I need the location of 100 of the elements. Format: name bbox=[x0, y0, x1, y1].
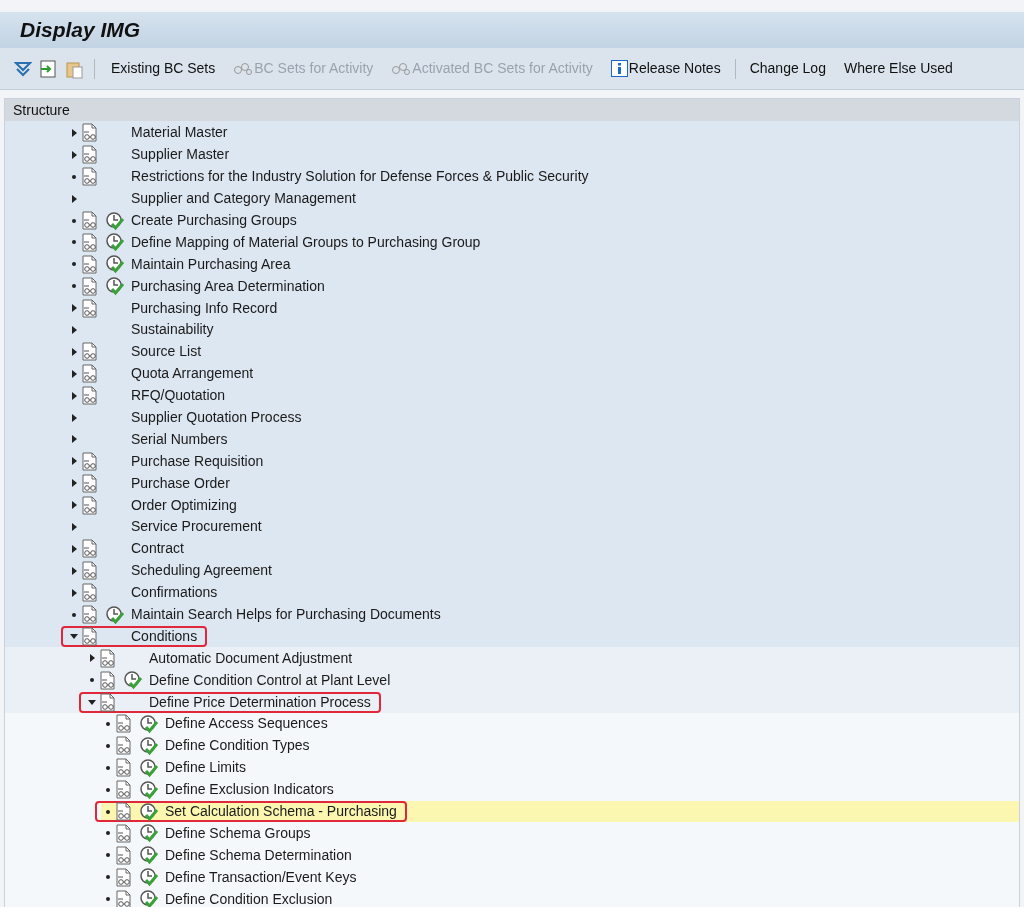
tree-item-label: Quota Arrangement bbox=[131, 364, 254, 384]
tree-item-label: Set Calculation Schema - Purchasing bbox=[165, 802, 397, 822]
clock-check-icon[interactable] bbox=[139, 779, 159, 800]
tree-row[interactable]: Supplier Quotation Process bbox=[67, 407, 1019, 428]
clock-check-icon[interactable] bbox=[105, 276, 125, 297]
tree-item-label: Scheduling Agreement bbox=[131, 561, 272, 581]
tree-item-label: Define Condition Types bbox=[165, 736, 310, 756]
tree-item-label: Confirmations bbox=[131, 583, 218, 603]
clock-check-icon[interactable] bbox=[105, 254, 125, 275]
expand-arrow-icon[interactable] bbox=[71, 435, 77, 444]
tree-row[interactable]: Create Purchasing Groups bbox=[67, 210, 1019, 231]
tree-row[interactable]: Maintain Search Helps for Purchasing Documents bbox=[67, 604, 1019, 626]
toolbar-button[interactable]: Release Notes bbox=[604, 58, 727, 79]
expand-arrow-icon[interactable] bbox=[71, 304, 77, 313]
expand-arrow-icon[interactable] bbox=[71, 194, 77, 203]
tree-item-label: Define Transaction/Event Keys bbox=[165, 867, 357, 887]
filter-icon[interactable] bbox=[14, 59, 32, 78]
info-icon bbox=[610, 60, 628, 77]
tree-row[interactable]: Purchase Requisition bbox=[67, 450, 1019, 472]
tree-item-label: Define Condition Exclusion bbox=[165, 889, 333, 907]
tree-row[interactable]: Purchasing Area Determination bbox=[67, 275, 1019, 297]
tree-item-label: Service Procurement bbox=[131, 517, 262, 537]
tree-row[interactable]: Define Mapping of Material Groups to Purchasing Group bbox=[67, 231, 1019, 253]
tree-item-label: Define Limits bbox=[165, 758, 246, 778]
tree-row[interactable]: Source List bbox=[67, 341, 1019, 363]
toolbar-button[interactable]: Change Log bbox=[743, 58, 832, 79]
tree-row[interactable]: Conditions bbox=[67, 625, 1019, 647]
tree-item-label: Purchase Order bbox=[131, 473, 230, 493]
tree-item-label: Purchasing Info Record bbox=[131, 298, 278, 318]
clock-check-icon[interactable] bbox=[105, 210, 125, 231]
bullet-icon bbox=[106, 875, 110, 880]
tree-row[interactable]: Purchase Order bbox=[67, 472, 1019, 494]
tree-row[interactable]: Restrictions for the Industry Solution for Defense Forces & Public Security bbox=[67, 166, 1019, 188]
tree-row[interactable]: Quota Arrangement bbox=[67, 363, 1019, 385]
export-icon[interactable] bbox=[38, 58, 58, 79]
tree-item-label: Supplier and Category Management bbox=[131, 189, 356, 209]
clock-check-icon[interactable] bbox=[139, 823, 159, 844]
link-chain-icon bbox=[233, 61, 254, 76]
clock-check-icon[interactable] bbox=[139, 889, 159, 907]
tree-item-label: Define Schema Groups bbox=[165, 823, 311, 843]
toolbar-button[interactable]: Existing BC Sets bbox=[105, 58, 222, 79]
tree-row[interactable]: Contract bbox=[67, 538, 1019, 560]
bullet-icon bbox=[72, 240, 76, 245]
expand-arrow-icon[interactable] bbox=[71, 128, 77, 137]
tree-row[interactable]: Maintain Purchasing Area bbox=[67, 253, 1019, 275]
tree-item-label: Define Condition Control at Plant Level bbox=[149, 670, 391, 690]
collapse-arrow-icon[interactable] bbox=[88, 699, 96, 705]
clock-check-icon[interactable] bbox=[139, 714, 159, 734]
expand-arrow-icon[interactable] bbox=[71, 588, 77, 597]
clock-check-icon[interactable] bbox=[123, 670, 143, 691]
bullet-icon bbox=[72, 218, 76, 223]
tree-item-label: Define Schema Determination bbox=[165, 845, 352, 865]
toolbar-button[interactable]: Where Else Used bbox=[837, 58, 959, 79]
clock-check-icon[interactable] bbox=[105, 232, 125, 253]
tree-row[interactable]: RFQ/Quotation bbox=[67, 385, 1019, 407]
tree-row[interactable]: Confirmations bbox=[67, 582, 1019, 604]
bullet-icon bbox=[106, 809, 110, 814]
tree-row[interactable]: Purchasing Info Record bbox=[67, 297, 1019, 319]
tree-item-label: Maintain Purchasing Area bbox=[131, 254, 291, 274]
clock-check-icon[interactable] bbox=[105, 604, 125, 625]
expand-arrow-icon[interactable] bbox=[71, 413, 77, 422]
tree-row[interactable]: Supplier and Category Management bbox=[67, 188, 1019, 210]
tree-item-label: Define Mapping of Material Groups to Purchasing Group bbox=[131, 232, 481, 252]
expand-arrow-icon[interactable] bbox=[71, 325, 77, 334]
tree-item-label: Purchase Requisition bbox=[131, 451, 264, 471]
expand-arrow-icon[interactable] bbox=[71, 522, 77, 531]
tree-item-label: Order Optimizing bbox=[131, 495, 237, 515]
tree-row[interactable]: Supplier Master bbox=[67, 144, 1019, 166]
clock-check-icon[interactable] bbox=[139, 867, 159, 888]
expand-arrow-icon[interactable] bbox=[71, 369, 77, 378]
clock-check-icon[interactable] bbox=[139, 845, 159, 866]
expand-arrow-icon[interactable] bbox=[71, 150, 77, 159]
expand-arrow-icon[interactable] bbox=[71, 501, 77, 510]
window-title: Display IMG bbox=[20, 17, 141, 44]
column-header: Structure bbox=[5, 99, 1019, 121]
tree-row[interactable]: Serial Numbers bbox=[67, 428, 1019, 450]
expand-arrow-icon[interactable] bbox=[71, 457, 77, 466]
clock-check-icon[interactable] bbox=[139, 801, 159, 822]
tree-row[interactable]: Sustainability bbox=[67, 319, 1019, 341]
tree-item-label: Supplier Master bbox=[131, 145, 230, 165]
tree-item-label: Contract bbox=[131, 539, 184, 559]
tree-item-label: Purchasing Area Determination bbox=[131, 276, 325, 296]
clock-check-icon[interactable] bbox=[139, 757, 159, 778]
tree-item-label: Define Price Determination Process bbox=[149, 692, 371, 712]
tree-row[interactable]: Material Master bbox=[67, 122, 1019, 144]
tree-row[interactable]: Order Optimizing bbox=[67, 494, 1019, 516]
bullet-icon bbox=[106, 722, 110, 726]
expand-arrow-icon[interactable] bbox=[89, 654, 95, 663]
expand-arrow-icon[interactable] bbox=[71, 544, 77, 553]
expand-arrow-icon[interactable] bbox=[71, 479, 77, 488]
collapse-arrow-icon[interactable] bbox=[70, 633, 78, 639]
expand-arrow-icon[interactable] bbox=[71, 391, 77, 400]
clock-check-icon[interactable] bbox=[139, 735, 159, 756]
bullet-icon bbox=[72, 174, 76, 179]
expand-arrow-icon[interactable] bbox=[71, 566, 77, 575]
tree-item-label: Define Access Sequences bbox=[165, 714, 328, 734]
expand-arrow-icon[interactable] bbox=[71, 347, 77, 356]
tree-item-label: Sustainability bbox=[131, 320, 214, 340]
tree-row[interactable]: Service Procurement bbox=[67, 516, 1019, 538]
tree-row[interactable]: Scheduling Agreement bbox=[67, 560, 1019, 582]
